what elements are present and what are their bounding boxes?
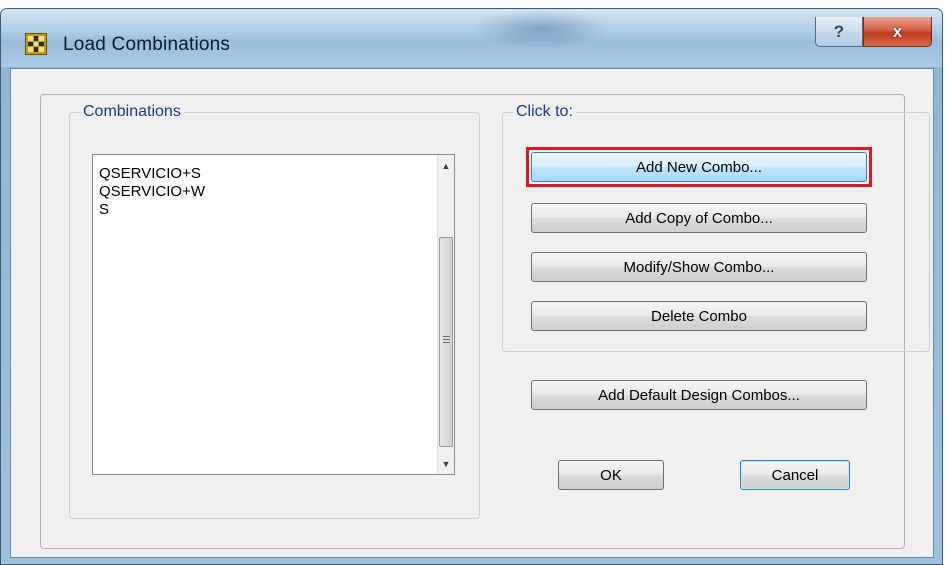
list-scrollbar[interactable]: ▲ ▼ [437,155,454,474]
delete-combo-button[interactable]: Delete Combo [531,301,867,331]
scroll-thumb[interactable] [439,237,453,447]
add-new-combo-button[interactable]: Add New Combo... [531,152,867,182]
combinations-listbox[interactable]: QSERVICIO+S QSERVICIO+W S ▲ ▼ [92,154,455,475]
title-bar[interactable]: Load Combinations ? x [1,9,942,67]
scroll-up-icon[interactable]: ▲ [438,157,454,174]
list-item[interactable]: QSERVICIO+W [99,183,205,201]
add-default-design-combos-button[interactable]: Add Default Design Combos... [531,380,867,410]
grip-icon [443,336,450,345]
combinations-label: Combinations [80,103,184,121]
ok-button[interactable]: OK [558,460,664,490]
close-button[interactable]: x [863,17,932,47]
click-to-label: Click to: [513,103,576,121]
list-item[interactable]: QSERVICIO+S [99,165,205,183]
list-item[interactable]: S [99,201,205,219]
add-copy-combo-button[interactable]: Add Copy of Combo... [531,203,867,233]
window-title: Load Combinations [63,34,231,55]
load-combinations-window: Load Combinations ? x Combinations QSERV… [0,8,943,565]
modify-show-combo-button[interactable]: Modify/Show Combo... [531,252,867,282]
dialog-client-area: Combinations QSERVICIO+S QSERVICIO+W S ▲… [10,68,934,558]
help-icon: ? [833,21,845,41]
help-button[interactable]: ? [815,17,863,47]
scroll-down-icon[interactable]: ▼ [438,455,454,472]
close-icon: x [892,21,903,41]
cancel-button[interactable]: Cancel [740,460,850,490]
combinations-group: Combinations QSERVICIO+S QSERVICIO+W S ▲… [69,103,480,519]
app-icon [25,33,47,55]
